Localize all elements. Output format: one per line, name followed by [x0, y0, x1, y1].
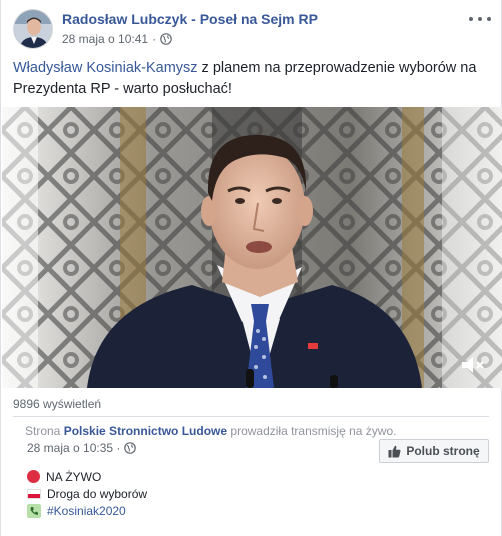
video-player[interactable]: [2, 107, 502, 388]
video-frame: [2, 107, 502, 388]
shared-description: NA ŻYWO Droga do wyborów #Kosiniak2020: [27, 468, 147, 519]
post-author-name[interactable]: Radosław Lubczyk - Poseł na Sejm RP: [62, 11, 318, 27]
speaker-muted-icon[interactable]: [460, 354, 486, 376]
like-page-label: Polub stronę: [406, 444, 480, 458]
post-header: Radosław Lubczyk - Poseł na Sejm RP 28 m…: [13, 9, 491, 53]
red-circle-icon: [27, 470, 40, 483]
live-tag-line: NA ŻYWO: [27, 468, 147, 485]
hashtag-link[interactable]: #Kosiniak2020: [47, 504, 126, 518]
post-text: Władysław Kosiniak-Kamysz z planem na pr…: [13, 58, 483, 100]
shared-line: Strona Polskie Stronnictwo Ludowe prowad…: [25, 424, 397, 438]
shared-live-info: Strona Polskie Stronnictwo Ludowe prowad…: [25, 424, 489, 463]
view-count: 9896 wyświetleń: [13, 397, 102, 411]
shared-timestamp[interactable]: 28 maja o 10:35 ·: [27, 441, 120, 455]
post-timestamp[interactable]: 28 maja o 10:41: [62, 32, 148, 46]
like-page-button[interactable]: Polub stronę: [379, 439, 489, 463]
post-meta: 28 maja o 10:41 ·: [62, 32, 172, 46]
hashtag-line: #Kosiniak2020: [27, 502, 147, 519]
phone-icon: [27, 503, 41, 518]
poland-flag-icon: [27, 488, 41, 499]
thumbs-up-icon: [388, 445, 401, 457]
author-avatar[interactable]: [13, 9, 53, 49]
post-mention-link[interactable]: Władysław Kosiniak-Kamysz: [13, 60, 198, 76]
shared-divider: [13, 416, 489, 417]
globe-icon[interactable]: [160, 33, 172, 45]
globe-icon[interactable]: [124, 442, 137, 454]
shared-page-link[interactable]: Polskie Stronnictwo Ludowe: [64, 424, 227, 438]
shared-meta: 28 maja o 10:35 ·: [27, 441, 137, 455]
facebook-post: Radosław Lubczyk - Poseł na Sejm RP 28 m…: [0, 0, 502, 536]
topic-label: Droga do wyborów: [47, 486, 148, 501]
live-label: NA ŻYWO: [46, 469, 102, 484]
topic-line: Droga do wyborów: [27, 485, 147, 502]
more-options-icon[interactable]: [469, 11, 491, 27]
